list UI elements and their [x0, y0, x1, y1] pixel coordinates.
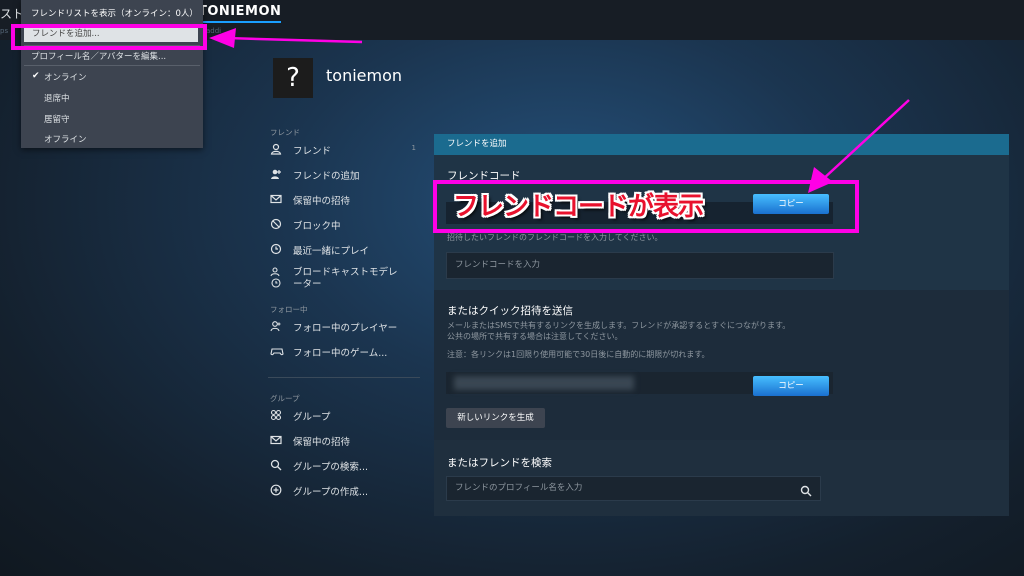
arrow-to-menu-icon — [209, 28, 363, 48]
arrow-annotations — [209, 28, 910, 193]
arrow-to-code-icon — [808, 99, 910, 193]
